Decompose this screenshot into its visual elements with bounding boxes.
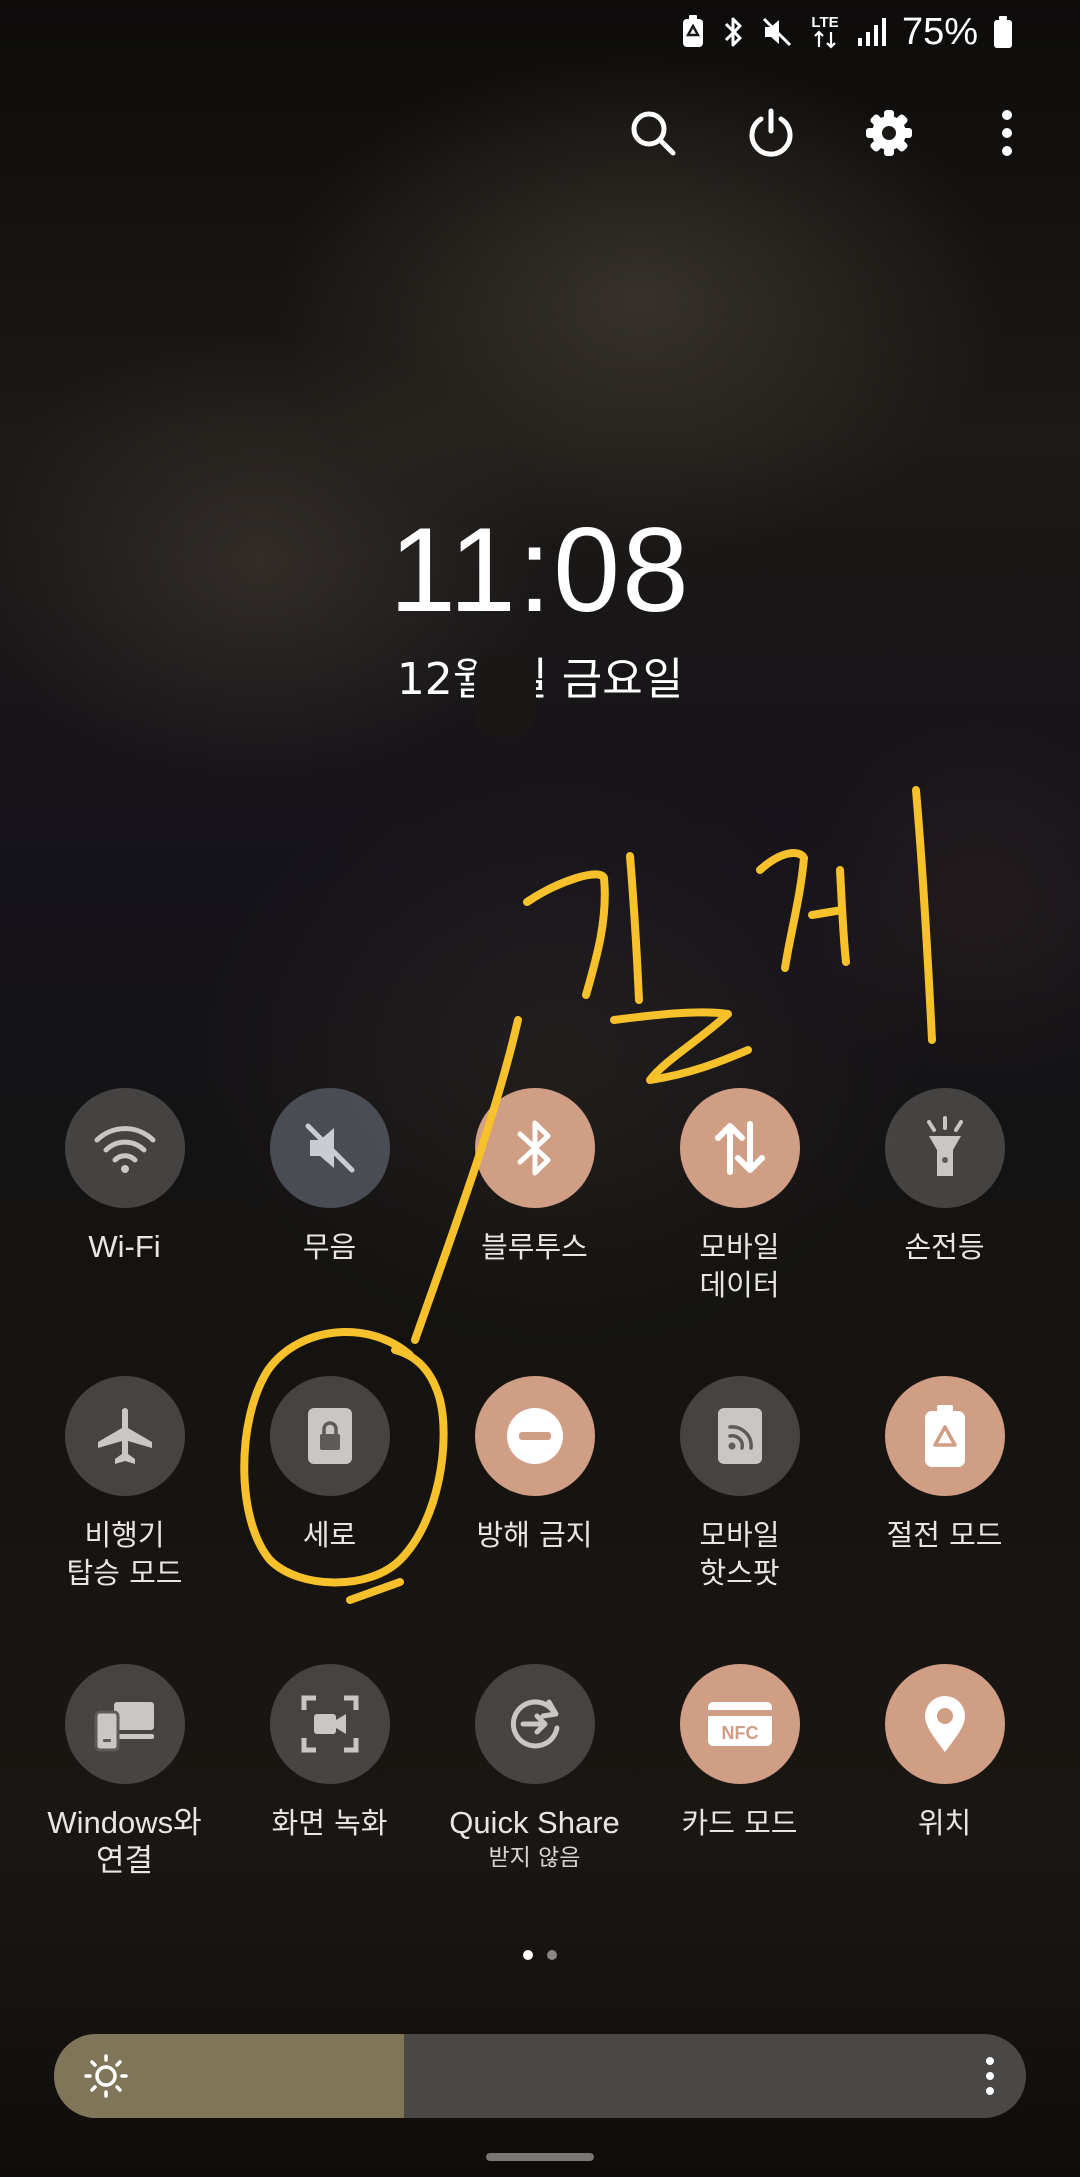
tile-screen-recorder[interactable]: 화면 녹화 [227, 1664, 432, 1924]
power-button[interactable] [738, 100, 804, 166]
mute-icon [269, 1088, 390, 1208]
tile-label: 블루투스 [481, 1230, 588, 1264]
tile-power-saving[interactable]: 절전 모드 [842, 1376, 1047, 1664]
redacted-day [474, 650, 536, 738]
brightness-more-icon[interactable] [980, 2054, 1000, 2098]
tile-label: 카드 모드 [681, 1806, 798, 1840]
search-icon [631, 111, 676, 156]
brightness-icon [84, 2054, 128, 2098]
quick-panel-toolbar [620, 100, 1040, 166]
battery-percent: 75% [901, 10, 978, 53]
tile-sublabel: 받지 않음 [488, 1845, 581, 1871]
tile-airplane-mode[interactable]: 비행기 탑승 모드 [22, 1376, 227, 1664]
tile-label: Quick Share [449, 1805, 620, 1840]
tile-label: 화면 녹화 [271, 1806, 388, 1840]
mute-icon [760, 14, 794, 50]
settings-button[interactable] [856, 100, 922, 166]
battery-saver-icon [680, 14, 706, 50]
link-to-windows-icon [64, 1664, 185, 1784]
battery-icon [992, 14, 1014, 50]
more-options-icon [1002, 110, 1012, 156]
search-button[interactable] [620, 100, 686, 166]
wifi-icon [64, 1088, 185, 1208]
tile-link-to-windows[interactable]: Windows와 연결 [22, 1664, 227, 1924]
tile-label: 절전 모드 [886, 1518, 1003, 1552]
hotspot-icon [679, 1376, 800, 1496]
tile-bluetooth[interactable]: 블루투스 [432, 1088, 637, 1376]
lte-icon: LTE [808, 12, 842, 52]
bluetooth-icon [474, 1088, 595, 1208]
do-not-disturb-icon [474, 1376, 595, 1496]
portrait-lock-icon [269, 1376, 390, 1496]
nfc-icon: NFC [679, 1664, 800, 1784]
page-dot-active [523, 1950, 533, 1960]
tile-label: 위치 [917, 1806, 972, 1840]
status-bar: LTE 75% [680, 8, 1014, 56]
tile-label: 모바일 데이터 [699, 1230, 780, 1302]
tile-label: 세로 [302, 1518, 357, 1552]
nfc-badge: NFC [721, 1723, 758, 1743]
tile-card-mode[interactable]: NFC 카드 모드 [637, 1664, 842, 1924]
page-indicator[interactable] [0, 1950, 1080, 1960]
power-icon [749, 108, 793, 157]
tile-location[interactable]: 위치 [842, 1664, 1047, 1924]
quick-share-icon [474, 1664, 595, 1784]
tile-mobile-data[interactable]: 모바일 데이터 [637, 1088, 842, 1376]
more-options-button[interactable] [974, 100, 1040, 166]
clock-date[interactable]: 12월 일 금요일 [0, 652, 1080, 708]
power-saving-icon [884, 1376, 1005, 1496]
tile-label: Wi-Fi [88, 1229, 161, 1264]
tile-mobile-hotspot[interactable]: 모바일 핫스팟 [637, 1376, 842, 1664]
signal-icon [856, 14, 888, 50]
screen-recorder-icon [269, 1664, 390, 1784]
bluetooth-icon [720, 14, 746, 50]
lte-label: LTE [811, 14, 838, 31]
flashlight-icon [884, 1088, 1005, 1208]
settings-icon [866, 110, 912, 156]
tile-label: Windows와 연결 [47, 1805, 202, 1878]
mobile-data-icon [679, 1088, 800, 1208]
location-icon [884, 1664, 1005, 1784]
clock-time[interactable]: 11:08 [0, 505, 1080, 635]
tile-label: 무음 [302, 1230, 357, 1264]
tile-do-not-disturb[interactable]: 방해 금지 [432, 1376, 637, 1664]
tile-label: 방해 금지 [476, 1518, 593, 1552]
tile-quick-share[interactable]: Quick Share 받지 않음 [432, 1664, 637, 1924]
tile-label: 손전등 [904, 1230, 985, 1264]
tile-portrait-lock[interactable]: 세로 [227, 1376, 432, 1664]
tile-flashlight[interactable]: 손전등 [842, 1088, 1047, 1376]
tile-label: 모바일 핫스팟 [699, 1518, 780, 1590]
tile-label: 비행기 탑승 모드 [66, 1518, 183, 1590]
airplane-icon [64, 1376, 185, 1496]
navigation-handle[interactable] [486, 2153, 594, 2161]
tile-wifi[interactable]: Wi-Fi [22, 1088, 227, 1376]
quick-panel-screen: LTE 75% 11:08 12월 일 금요일 Wi-Fi 무음 블루투스 모바… [0, 0, 1080, 2177]
quick-settings-grid: Wi-Fi 무음 블루투스 모바일 데이터 손전등 비행기 탑승 모드 세로 방… [22, 1088, 1058, 1924]
tile-mute[interactable]: 무음 [227, 1088, 432, 1376]
page-dot [547, 1950, 557, 1960]
brightness-slider[interactable] [54, 2034, 1026, 2118]
